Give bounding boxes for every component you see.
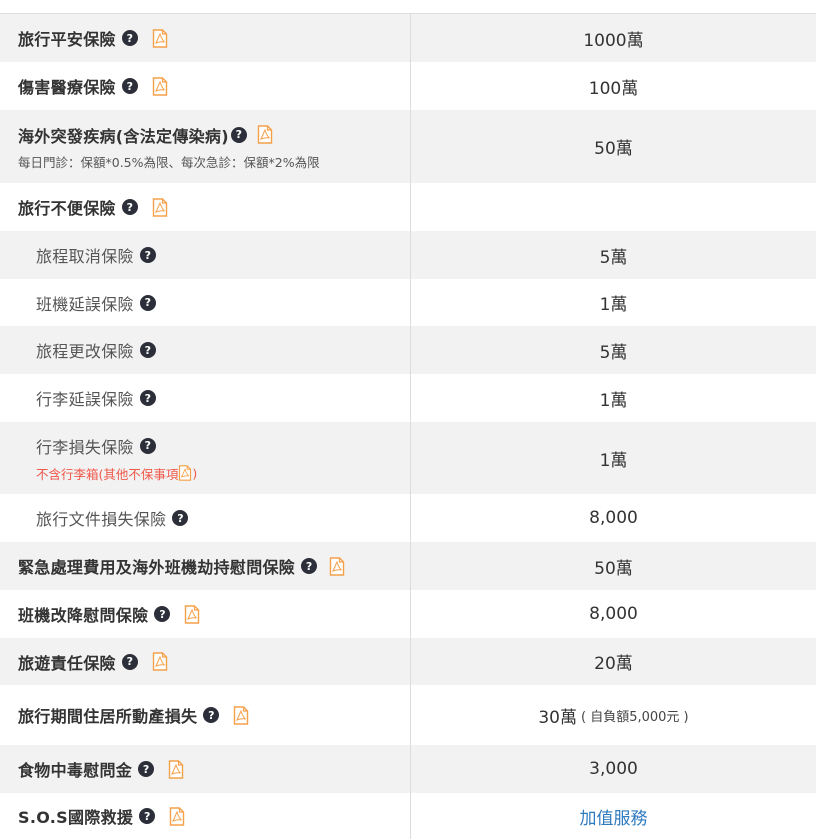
question-circle-icon[interactable]: ? xyxy=(139,294,156,311)
coverage-title: 班機改降慰問保險 xyxy=(18,606,149,625)
question-circle-icon[interactable]: ? xyxy=(121,199,138,215)
question-circle-icon[interactable]: ? xyxy=(203,707,220,723)
coverage-name-cell: 食物中毒慰問金 ? xyxy=(0,745,411,793)
question-circle-icon[interactable]: ? xyxy=(139,247,156,263)
table-row: 行李損失保險 ? 不含行李箱(其他不保事項 ) 1萬 xyxy=(0,422,816,494)
pdf-file-icon[interactable] xyxy=(152,28,168,48)
pdf-file-icon[interactable] xyxy=(152,197,168,217)
coverage-title: 旅行不便保險 xyxy=(18,199,116,218)
coverage-title: 旅遊責任保險 xyxy=(18,653,116,673)
coverage-name-cell: 班機延誤保險 ? xyxy=(0,279,411,326)
coverage-name-cell: 行李延誤保險 ? xyxy=(0,374,411,422)
coverage-amount: 8,000 xyxy=(589,604,638,624)
table-row: 班機延誤保險 ? 1萬 xyxy=(0,279,816,326)
pdf-file-icon[interactable] xyxy=(184,604,200,624)
coverage-name-cell: 旅行平安保險 ? xyxy=(0,14,411,62)
table-row: 旅行不便保險 ? xyxy=(0,183,816,231)
table-row: 旅行期間住居所動產損失 ? 30萬 ( 自負額5,000元 ) xyxy=(0,685,816,745)
exclusion-note: 不含行李箱(其他不保事項 ) xyxy=(36,464,410,483)
coverage-title: 傷害醫療保險 xyxy=(18,78,116,97)
coverage-title: 行李延誤保險 xyxy=(36,390,134,409)
coverage-name-cell: 旅行不便保險 ? xyxy=(0,183,411,231)
pdf-file-icon[interactable] xyxy=(329,556,345,576)
coverage-amount: 50萬 xyxy=(594,139,633,159)
pdf-file-icon[interactable] xyxy=(152,652,168,671)
table-row: 食物中毒慰問金 ? 3,000 xyxy=(0,745,816,793)
coverage-amount: 1萬 xyxy=(599,450,628,471)
coverage-amount-cell: 30萬 ( 自負額5,000元 ) xyxy=(411,685,816,745)
pdf-file-icon[interactable] xyxy=(169,806,185,826)
question-circle-icon[interactable]: ? xyxy=(230,126,247,143)
coverage-amount: 30萬 xyxy=(538,707,577,728)
question-circle-icon[interactable]: ? xyxy=(154,606,171,622)
pdf-file-icon[interactable] xyxy=(178,465,192,481)
coverage-amount: 1萬 xyxy=(599,295,628,315)
question-circle-icon[interactable]: ? xyxy=(121,653,138,670)
question-circle-icon[interactable]: ? xyxy=(139,390,156,406)
coverage-name-cell: 旅行文件損失保險 ? xyxy=(0,494,411,542)
coverage-amount: 5萬 xyxy=(599,247,628,268)
coverage-title: 食物中毒慰問金 xyxy=(18,761,133,780)
question-circle-icon[interactable]: ? xyxy=(138,761,155,777)
coverage-amount: 20萬 xyxy=(594,654,633,674)
coverage-title: 緊急處理費用及海外班機劫持慰問保險 xyxy=(18,558,296,577)
table-row: 旅遊責任保險 ? 20萬 xyxy=(0,638,816,685)
table-row: 旅行文件損失保險 ? 8,000 xyxy=(0,494,816,542)
table-row: 旅程更改保險 ? 5萬 xyxy=(0,326,816,374)
question-circle-icon[interactable]: ? xyxy=(301,558,318,574)
coverage-name-cell: 旅遊責任保險 ? xyxy=(0,638,411,685)
question-circle-icon[interactable]: ? xyxy=(121,30,138,46)
coverage-title: 海外突發疾病(含法定傳染病) xyxy=(18,126,229,146)
table-row: 緊急處理費用及海外班機劫持慰問保險 ? 50萬 xyxy=(0,542,816,590)
pdf-file-icon[interactable] xyxy=(233,705,249,725)
coverage-title: S.O.S國際救援 xyxy=(18,808,134,827)
pdf-file-icon[interactable] xyxy=(152,76,168,96)
table-row: S.O.S國際救援 ? 加值服務 xyxy=(0,793,816,839)
question-circle-icon[interactable]: ? xyxy=(172,510,189,526)
pdf-file-icon[interactable] xyxy=(168,759,184,779)
question-circle-icon[interactable]: ? xyxy=(139,437,156,454)
table-row: 海外突發疾病(含法定傳染病) ? 每日門診：保額*0.5%為限、每次急診：保額*… xyxy=(0,110,816,183)
exclusion-note-end: ) xyxy=(192,465,198,481)
exclusion-note-text: 不含行李箱(其他不保事項 xyxy=(36,466,179,482)
coverage-title: 旅行平安保險 xyxy=(18,30,116,49)
table-row: 旅程取消保險 ? 5萬 xyxy=(0,231,816,279)
question-circle-icon[interactable]: ? xyxy=(121,78,138,94)
coverage-title: 班機延誤保險 xyxy=(36,294,134,314)
table-row: 傷害醫療保險 ? 100萬 xyxy=(0,62,816,110)
coverage-amount xyxy=(411,183,816,231)
coverage-title: 旅行文件損失保險 xyxy=(36,510,167,529)
coverage-name-cell: S.O.S國際救援 ? xyxy=(0,793,411,839)
table-row: 旅行平安保險 ? 1000萬 xyxy=(0,14,816,62)
table-row: 班機改降慰問保險 ? 8,000 xyxy=(0,590,816,638)
table-row: 行李延誤保險 ? 1萬 xyxy=(0,374,816,422)
coverage-name-cell: 旅程更改保險 ? xyxy=(0,326,411,374)
coverage-name-cell: 旅程取消保險 ? xyxy=(0,231,411,279)
question-circle-icon[interactable]: ? xyxy=(139,808,156,824)
coverage-name-cell: 行李損失保險 ? 不含行李箱(其他不保事項 ) xyxy=(0,422,411,494)
coverage-title: 旅程取消保險 xyxy=(36,247,134,266)
coverage-name-cell: 傷害醫療保險 ? xyxy=(0,62,411,110)
coverage-note: 每日門診：保額*0.5%為限、每次急診：保額*2%為限 xyxy=(18,154,320,170)
coverage-amount: 1萬 xyxy=(599,390,628,411)
pdf-file-icon[interactable] xyxy=(257,125,273,144)
coverage-amount: 100萬 xyxy=(588,78,639,99)
coverage-name-cell: 海外突發疾病(含法定傳染病) ? 每日門診：保額*0.5%為限、每次急診：保額*… xyxy=(0,110,411,183)
coverage-amount: 50萬 xyxy=(594,558,633,579)
coverage-name-cell: 班機改降慰問保險 ? xyxy=(0,590,411,638)
question-circle-icon[interactable]: ? xyxy=(139,342,156,358)
value-added-service-link[interactable]: 加值服務 xyxy=(580,804,648,829)
coverage-amount: 1000萬 xyxy=(583,30,644,51)
coverage-title: 行李損失保險 xyxy=(36,437,134,457)
coverage-amount: 5萬 xyxy=(599,342,628,363)
deductible-note: ( 自負額5,000元 ) xyxy=(581,709,689,725)
coverage-name-cell: 緊急處理費用及海外班機劫持慰問保險 ? xyxy=(0,542,411,590)
coverage-title: 旅程更改保險 xyxy=(36,342,134,361)
coverage-title: 旅行期間住居所動產損失 xyxy=(18,707,198,726)
coverage-name-cell: 旅行期間住居所動產損失 ? xyxy=(0,685,411,745)
coverage-amount: 8,000 xyxy=(589,508,638,528)
coverage-amount: 3,000 xyxy=(589,759,638,779)
